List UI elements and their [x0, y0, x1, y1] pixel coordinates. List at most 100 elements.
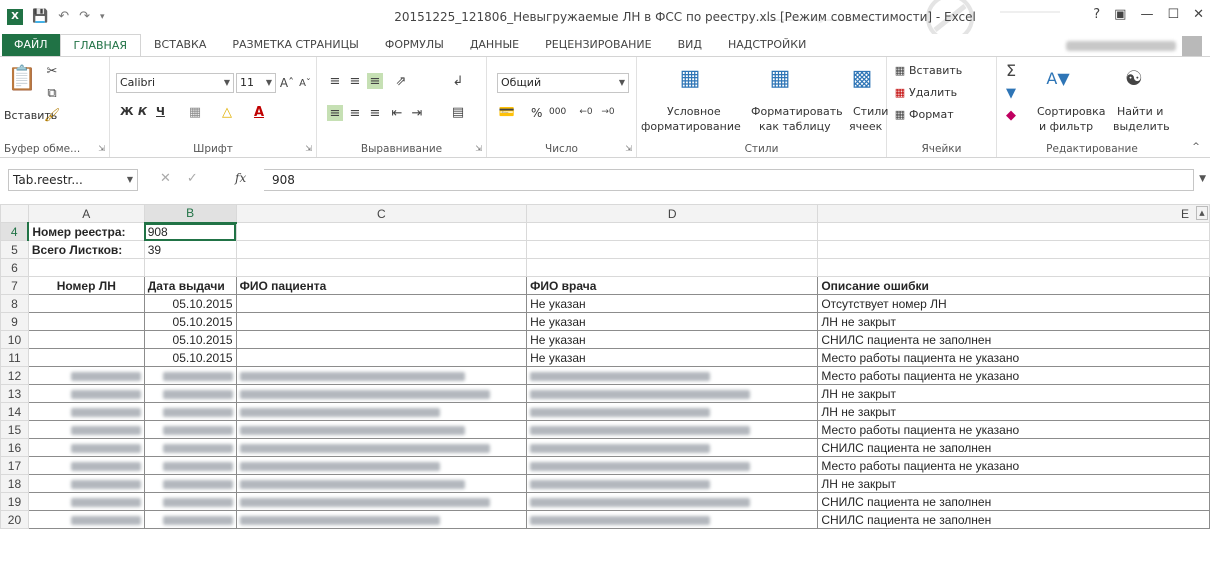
decrease-decimal-icon[interactable]: →0 — [599, 103, 617, 121]
decrease-indent-icon[interactable]: ⇤ — [389, 105, 405, 121]
wrap-text-icon[interactable]: ↲ — [449, 71, 467, 91]
column-header-c[interactable]: C — [235, 204, 528, 223]
decrease-font-icon[interactable]: Aˇ — [298, 74, 312, 92]
error-description-cell[interactable]: СНИЛС пациента не заполнен — [817, 492, 1210, 511]
issue-date-cell[interactable] — [143, 384, 237, 403]
paste-icon[interactable]: 📋 — [7, 63, 37, 93]
underline-button[interactable]: Ч — [156, 105, 165, 118]
format-cells-button[interactable]: Формат — [909, 108, 954, 121]
issue-date-cell[interactable] — [143, 420, 237, 439]
col-header-error-description[interactable]: Описание ошибки — [817, 276, 1210, 295]
col-header-doctor-name[interactable]: ФИО врача — [526, 276, 819, 295]
clear-icon[interactable]: ◆ — [1003, 107, 1019, 123]
comma-style-button[interactable]: 000 — [549, 107, 566, 117]
issue-date-cell[interactable] — [143, 456, 237, 475]
row-header[interactable]: 11 — [0, 348, 29, 367]
issue-date-cell[interactable]: 05.10.2015 — [143, 294, 237, 313]
cell[interactable] — [235, 240, 528, 259]
issue-date-cell[interactable]: 05.10.2015 — [143, 330, 237, 349]
patient-name-cell[interactable] — [235, 402, 528, 421]
number-format-combo[interactable]: Общий ▼ — [497, 73, 629, 93]
conditional-formatting-label-1[interactable]: Условное — [667, 105, 721, 118]
increase-indent-icon[interactable]: ⇥ — [409, 105, 425, 121]
insert-function-button[interactable]: fx — [235, 171, 246, 185]
ln-number-cell[interactable] — [27, 438, 145, 457]
row-header[interactable]: 20 — [0, 510, 29, 529]
cell[interactable] — [27, 258, 145, 277]
error-description-cell[interactable]: ЛН не закрыт — [817, 402, 1210, 421]
tab-page-layout[interactable]: РАЗМЕТКА СТРАНИЦЫ — [219, 34, 372, 56]
tab-data[interactable]: ДАННЫЕ — [457, 34, 532, 56]
name-box[interactable]: Tab.reestr... ▼ — [8, 169, 138, 191]
doctor-name-cell[interactable] — [526, 402, 819, 421]
error-description-cell[interactable]: СНИЛС пациента не заполнен — [817, 510, 1210, 529]
ln-number-cell[interactable] — [27, 474, 145, 493]
doctor-name-cell[interactable]: Не указан — [526, 294, 819, 313]
issue-date-cell[interactable] — [143, 492, 237, 511]
row-header[interactable]: 8 — [0, 294, 29, 313]
cell[interactable] — [526, 258, 819, 277]
number-launcher-icon[interactable]: ⇲ — [625, 144, 632, 153]
tab-formulas[interactable]: ФОРМУЛЫ — [372, 34, 457, 56]
total-sheets-label[interactable]: Всего Листков: — [27, 240, 145, 259]
sort-filter-icon[interactable]: A▼ — [1045, 63, 1071, 93]
align-bottom-icon[interactable]: ≡ — [367, 73, 383, 89]
conditional-formatting-label-2[interactable]: форматирование — [641, 120, 741, 133]
issue-date-cell[interactable]: 05.10.2015 — [143, 348, 237, 367]
cell[interactable] — [235, 258, 528, 277]
insert-cells-button[interactable]: Вставить — [909, 64, 962, 77]
error-description-cell[interactable]: Место работы пациента не указано — [817, 348, 1210, 367]
copy-icon[interactable]: ⧉ — [44, 85, 60, 101]
ln-number-cell[interactable] — [27, 510, 145, 529]
find-select-label-2[interactable]: выделить — [1113, 120, 1170, 133]
issue-date-cell[interactable] — [143, 474, 237, 493]
ln-number-cell[interactable] — [27, 294, 145, 313]
conditional-formatting-icon[interactable]: ▦ — [677, 63, 703, 93]
patient-name-cell[interactable] — [235, 438, 528, 457]
tab-insert[interactable]: ВСТАВКА — [141, 34, 219, 56]
tab-addins[interactable]: НАДСТРОЙКИ — [715, 34, 819, 56]
registry-number-label[interactable]: Номер реестра: — [27, 222, 145, 241]
issue-date-cell[interactable] — [143, 438, 237, 457]
fill-icon[interactable]: ▼ — [1003, 85, 1019, 101]
ribbon-display-options-icon[interactable]: ▣ — [1114, 7, 1126, 22]
issue-date-cell[interactable]: 05.10.2015 — [143, 312, 237, 331]
cell[interactable] — [817, 240, 1210, 259]
align-center-icon[interactable]: ≡ — [347, 105, 363, 121]
align-middle-icon[interactable]: ≡ — [347, 73, 363, 89]
row-header[interactable]: 14 — [0, 402, 29, 421]
column-header-a[interactable]: A — [27, 204, 145, 223]
font-launcher-icon[interactable]: ⇲ — [305, 144, 312, 153]
align-top-icon[interactable]: ≡ — [327, 73, 343, 89]
tab-review[interactable]: РЕЦЕНЗИРОВАНИЕ — [532, 34, 664, 56]
binoculars-icon[interactable]: ☯ — [1121, 63, 1147, 93]
ln-number-cell[interactable] — [27, 420, 145, 439]
error-description-cell[interactable]: Место работы пациента не указано — [817, 420, 1210, 439]
find-select-label-1[interactable]: Найти и — [1117, 105, 1163, 118]
ln-number-cell[interactable] — [27, 348, 145, 367]
fill-color-icon[interactable]: △ — [218, 103, 236, 121]
error-description-cell[interactable]: ЛН не закрыт — [817, 474, 1210, 493]
patient-name-cell[interactable] — [235, 366, 528, 385]
accounting-format-icon[interactable]: 💳 — [497, 103, 517, 121]
enter-icon[interactable]: ✓ — [187, 171, 198, 186]
close-icon[interactable]: ✕ — [1193, 7, 1204, 22]
maximize-icon[interactable]: ☐ — [1167, 7, 1179, 22]
avatar[interactable] — [1182, 36, 1202, 56]
column-header-e[interactable]: E — [817, 204, 1210, 223]
error-description-cell[interactable]: СНИЛС пациента не заполнен — [817, 330, 1210, 349]
row-header[interactable]: 4 — [0, 222, 30, 241]
error-description-cell[interactable]: Место работы пациента не указано — [817, 366, 1210, 385]
cell-styles-icon[interactable]: ▩ — [849, 63, 875, 93]
delete-cells-icon[interactable]: ▦ — [893, 85, 907, 99]
ln-number-cell[interactable] — [27, 366, 145, 385]
col-header-ln-number[interactable]: Номер ЛН — [27, 276, 145, 295]
merge-center-icon[interactable]: ▤ — [449, 103, 467, 121]
doctor-name-cell[interactable] — [526, 438, 819, 457]
row-header[interactable]: 19 — [0, 492, 29, 511]
row-header[interactable]: 13 — [0, 384, 29, 403]
cell-styles-label-2[interactable]: ячеек — [849, 120, 882, 133]
doctor-name-cell[interactable]: Не указан — [526, 348, 819, 367]
total-sheets-cell[interactable]: 39 — [143, 240, 237, 259]
font-size-combo[interactable]: 11 ▼ — [236, 73, 276, 93]
